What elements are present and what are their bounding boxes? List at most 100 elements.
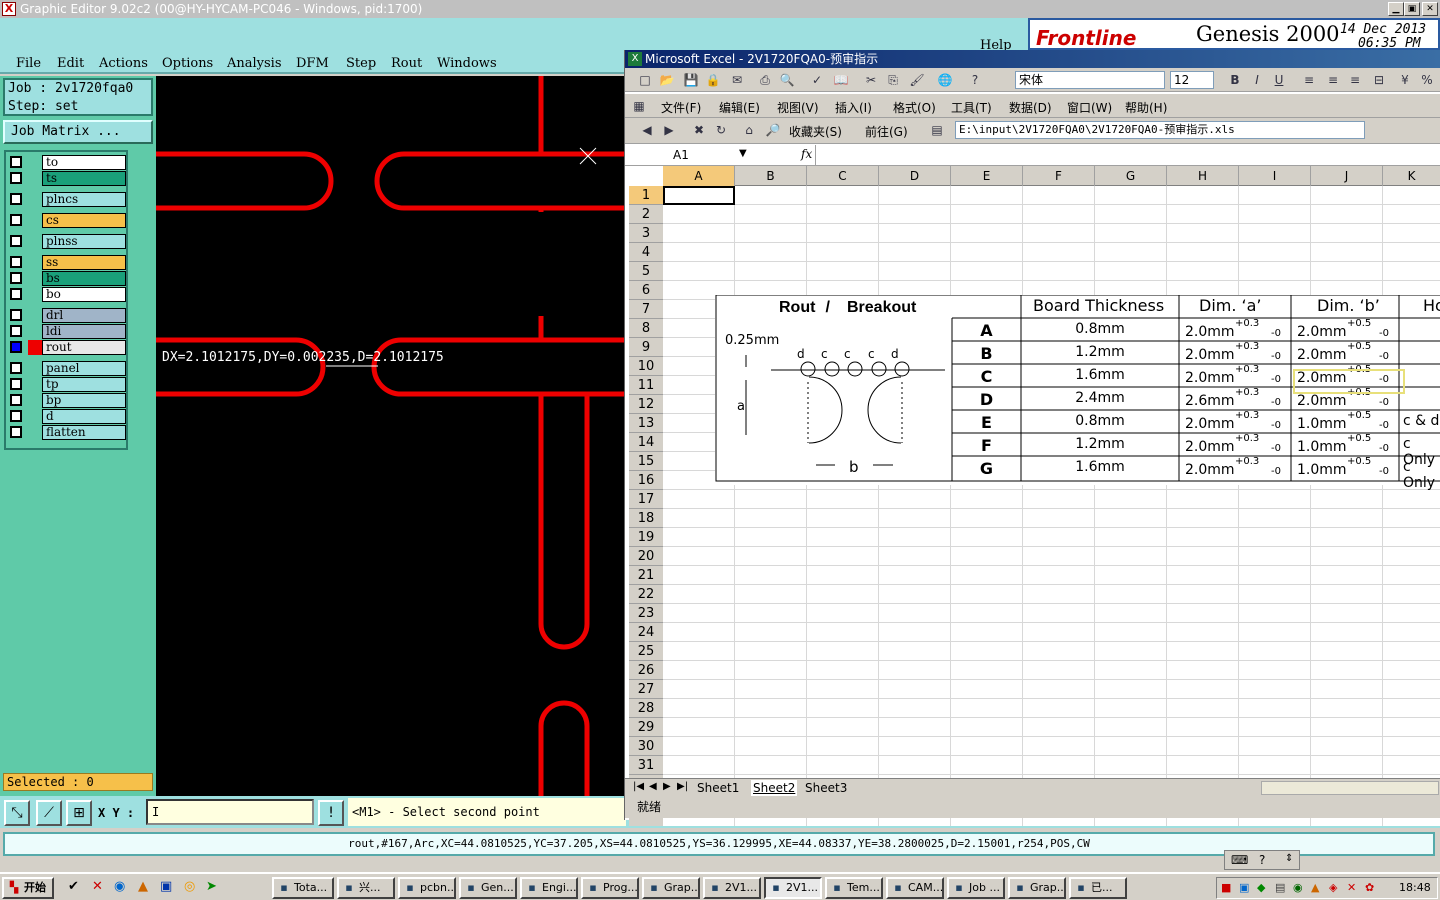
column-header[interactable]: D <box>879 166 951 186</box>
row-header[interactable]: 9 <box>629 338 663 357</box>
taskbar-button[interactable]: ▪ 已... <box>1069 877 1127 899</box>
tray-icon[interactable]: ◉ <box>1293 878 1303 898</box>
layer-name[interactable]: plnss <box>42 234 126 249</box>
xy-input[interactable]: I <box>146 799 314 825</box>
row-header[interactable]: 10 <box>629 357 663 376</box>
menu-file[interactable]: File <box>16 56 41 71</box>
taskbar-button[interactable]: ▪ 兴... <box>337 877 395 899</box>
taskbar-button[interactable]: ▪ Grap... <box>642 877 700 899</box>
layer-name[interactable]: plncs <box>42 192 126 207</box>
minimize-button[interactable]: ▁ <box>1388 2 1404 16</box>
excel-doc-icon[interactable]: ▦ <box>631 98 647 114</box>
sheet-tab-1[interactable]: Sheet1 <box>697 780 739 796</box>
excel-menu-data[interactable]: 数据(D) <box>1009 99 1052 116</box>
row-header[interactable]: 17 <box>629 490 663 509</box>
formula-input[interactable] <box>815 145 1439 165</box>
column-header[interactable]: E <box>951 166 1023 186</box>
quicklaunch-icon[interactable]: ➤ <box>206 879 217 894</box>
tray-icon[interactable]: ◆ <box>1257 878 1265 898</box>
layer-name[interactable]: cs <box>42 213 126 228</box>
row-header[interactable]: 23 <box>629 604 663 623</box>
taskbar-button[interactable]: ▪ pcbn... <box>398 877 456 899</box>
quicklaunch-icon[interactable]: ▣ <box>160 879 172 894</box>
layer-checkbox[interactable] <box>10 309 22 321</box>
address-field[interactable]: E:\input\2V1720FQA0\2V1720FQA0-预审指示.xls <box>955 121 1365 139</box>
merge-center-icon[interactable]: ⊟ <box>1371 72 1387 88</box>
help-icon[interactable]: ? <box>967 72 983 88</box>
menu-dfm[interactable]: DFM <box>296 56 329 71</box>
save-icon[interactable]: 💾 <box>683 72 699 88</box>
taskbar-button[interactable]: ▪ 2V1... <box>703 877 761 899</box>
column-header[interactable]: F <box>1023 166 1095 186</box>
layer-checkbox[interactable] <box>10 426 22 438</box>
layer-name[interactable]: d <box>42 409 126 424</box>
excel-menu-edit[interactable]: 编辑(E) <box>719 99 760 116</box>
search-web-icon[interactable]: 🔎 <box>765 122 781 138</box>
layer-name[interactable]: flatten <box>42 425 126 440</box>
taskbar-button[interactable]: ▪ CAM... <box>886 877 944 899</box>
row-header[interactable]: 21 <box>629 566 663 585</box>
layer-row-ts[interactable]: ts <box>8 171 126 186</box>
tray-icon[interactable]: ▲ <box>1311 878 1319 898</box>
forward-icon[interactable]: ▶ <box>661 122 677 138</box>
row-header[interactable]: 6 <box>629 281 663 300</box>
row-header[interactable]: 18 <box>629 509 663 528</box>
permission-icon[interactable]: 🔒 <box>705 72 721 88</box>
layer-row-panel[interactable]: panel <box>8 361 126 376</box>
excel-menu-file[interactable]: 文件(F) <box>661 99 701 116</box>
font-size-select[interactable]: 12 <box>1170 71 1214 89</box>
taskbar-button[interactable]: ▪ Engi... <box>520 877 578 899</box>
row-header[interactable]: 11 <box>629 376 663 395</box>
tray-icon[interactable]: ▣ <box>1239 878 1249 898</box>
menu-options[interactable]: Options <box>162 56 213 71</box>
horizontal-scrollbar[interactable] <box>1261 781 1439 795</box>
row-header[interactable]: 28 <box>629 699 663 718</box>
hyperlink-icon[interactable]: 🌐 <box>937 72 953 88</box>
refresh-icon[interactable]: ↻ <box>713 122 729 138</box>
fx-icon[interactable]: fx <box>801 147 812 161</box>
layer-checkbox[interactable] <box>10 272 22 284</box>
sheet-tab-3[interactable]: Sheet3 <box>805 780 847 796</box>
help-icon[interactable]: ? <box>1259 853 1265 867</box>
menu-actions[interactable]: Actions <box>99 56 148 71</box>
name-box[interactable]: A1 <box>629 146 749 164</box>
layer-checkbox[interactable] <box>10 378 22 390</box>
layer-checkbox[interactable] <box>10 235 22 247</box>
layer-row-cs[interactable]: cs <box>8 213 126 228</box>
column-header[interactable]: I <box>1239 166 1311 186</box>
layer-name[interactable]: drl <box>42 308 126 323</box>
menu-analysis[interactable]: Analysis <box>227 56 282 71</box>
layer-row-ss[interactable]: ss <box>8 255 126 270</box>
layer-row-bs[interactable]: bs <box>8 271 126 286</box>
column-header[interactable]: A <box>663 166 735 186</box>
next-sheet-icon[interactable]: ▶ <box>663 781 671 792</box>
layer-name[interactable]: bs <box>42 271 126 286</box>
row-header[interactable]: 4 <box>629 243 663 262</box>
open-icon[interactable]: 📂 <box>659 72 675 88</box>
measure-icon[interactable]: ⟋ <box>36 800 62 826</box>
layer-checkbox[interactable] <box>10 288 22 300</box>
hint-button[interactable]: ! <box>318 800 344 826</box>
underline-icon[interactable]: U <box>1271 72 1287 88</box>
row-header[interactable]: 25 <box>629 642 663 661</box>
layer-checkbox[interactable] <box>10 341 22 353</box>
layer-row-rout[interactable]: rout <box>8 340 126 355</box>
row-header[interactable]: 8 <box>629 319 663 338</box>
go-menu[interactable]: 前往(G) <box>865 123 908 140</box>
percent-icon[interactable]: % <box>1419 72 1435 88</box>
layer-name[interactable]: ss <box>42 255 126 270</box>
row-header[interactable]: 27 <box>629 680 663 699</box>
sheet-tab-2[interactable]: Sheet2 <box>751 780 798 796</box>
column-header[interactable]: J <box>1311 166 1383 186</box>
layer-name[interactable]: bo <box>42 287 126 302</box>
excel-menu-view[interactable]: 视图(V) <box>777 99 819 116</box>
quicklaunch-icon[interactable]: ◉ <box>114 879 125 894</box>
cut-icon[interactable]: ✂ <box>863 72 879 88</box>
excel-menu-tools[interactable]: 工具(T) <box>951 99 992 116</box>
row-header[interactable]: 3 <box>629 224 663 243</box>
row-header[interactable]: 15 <box>629 452 663 471</box>
home-icon[interactable]: ⌂ <box>741 122 757 138</box>
taskbar-button[interactable]: ▪ Job ... <box>947 877 1005 899</box>
row-header[interactable]: 13 <box>629 414 663 433</box>
column-header[interactable]: G <box>1095 166 1167 186</box>
